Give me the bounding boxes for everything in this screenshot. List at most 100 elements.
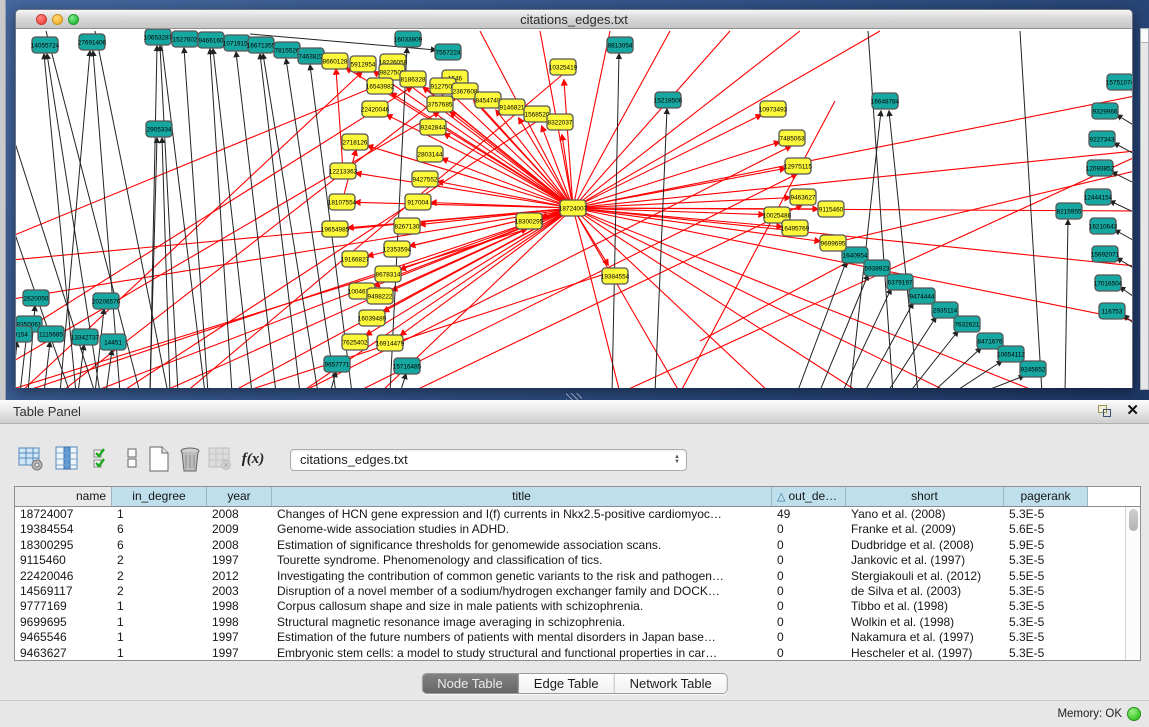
svg-text:2367608: 2367608 <box>453 88 478 95</box>
table-cell: 1997 <box>207 630 272 645</box>
table-mode-button[interactable] <box>16 444 46 474</box>
table-row[interactable]: 2242004622012Investigating the contribut… <box>15 569 1140 584</box>
node-table: namein_degreeyeartitle△out_de…shortpager… <box>14 486 1141 661</box>
scrollbar-top-box[interactable] <box>1141 29 1148 43</box>
row-height-button[interactable] <box>117 444 147 474</box>
stacked-rows-icon <box>125 446 139 472</box>
table-cell: Embryonic stem cells: a model to study s… <box>272 646 772 661</box>
svg-text:15692071: 15692071 <box>1091 251 1120 258</box>
tab-edge-table[interactable]: Edge Table <box>519 674 615 693</box>
network-graph[interactable]: 1405572427691406106532871527602946616010… <box>16 29 1132 388</box>
table-cell: 5.9E-5 <box>1004 538 1088 553</box>
svg-text:16039489: 16039489 <box>358 315 387 322</box>
table-row[interactable]: 946554611997Estimation of the future num… <box>15 630 1140 645</box>
sort-ascending-icon: △ <box>777 491 785 503</box>
column-header-in_degree[interactable]: in_degree <box>112 487 207 506</box>
table-cell: Franke et al. (2009) <box>846 522 1004 537</box>
create-column-button[interactable] <box>144 444 174 474</box>
memory-status-icon <box>1127 707 1141 721</box>
column-header-name[interactable]: name <box>15 487 112 506</box>
table-cell: 5.3E-5 <box>1004 646 1088 661</box>
table-row[interactable]: 1830029562008Estimation of significance … <box>15 538 1140 553</box>
svg-text:2718126: 2718126 <box>343 139 368 146</box>
table-row[interactable]: 1456911722003Disruption of a novel membe… <box>15 584 1140 599</box>
column-header-title[interactable]: title <box>272 487 772 506</box>
table-cell: Stergiakouli et al. (2012) <box>846 569 1004 584</box>
network-canvas[interactable]: 1405572427691406106532871527602946616010… <box>16 29 1132 388</box>
svg-text:39154: 39154 <box>16 331 28 338</box>
table-cell: 9699695 <box>15 615 112 630</box>
svg-text:7463822: 7463822 <box>299 53 324 60</box>
table-column-icon <box>55 446 79 472</box>
svg-text:13342737: 13342737 <box>71 334 100 341</box>
column-header-short[interactable]: short <box>846 487 1004 506</box>
table-cell: 2 <box>112 569 207 584</box>
panel-splitter-handle[interactable] <box>566 393 582 400</box>
svg-text:16648784: 16648784 <box>871 98 900 105</box>
table-row[interactable]: 1938455462009Genome-wide association stu… <box>15 522 1140 537</box>
svg-text:10654112: 10654112 <box>997 351 1025 358</box>
network-window-titlebar[interactable]: citations_edges.txt <box>16 10 1132 29</box>
table-select-dropdown[interactable]: citations_edges.txt ▲▼ <box>290 449 687 471</box>
table-row[interactable]: 1872400712008Changes of HCN gene express… <box>15 507 1140 522</box>
svg-text:5912954: 5912954 <box>351 61 376 68</box>
svg-text:9227343: 9227343 <box>1090 136 1115 143</box>
table-cell: Dudbridge et al. (2008) <box>846 538 1004 553</box>
svg-text:20206576: 20206576 <box>92 298 121 305</box>
table-cell: 22420046 <box>15 569 112 584</box>
table-cell: 0 <box>772 615 846 630</box>
delete-column-button[interactable] <box>175 444 205 474</box>
table-cell: 1997 <box>207 553 272 568</box>
table-cell: 14569117 <box>15 584 112 599</box>
table-row[interactable]: 946362711997Embryonic stem cells: a mode… <box>15 646 1140 661</box>
table-cell: 1998 <box>207 615 272 630</box>
table-row[interactable]: 977716911998Corpus callosum shape and si… <box>15 599 1140 614</box>
table-row[interactable]: 911546021997Tourette syndrome. Phenomeno… <box>15 553 1140 568</box>
svg-text:14451: 14451 <box>104 339 122 346</box>
svg-text:16033809: 16033809 <box>394 36 423 43</box>
table-cell: Wolkin et al. (1998) <box>846 615 1004 630</box>
svg-text:6379197: 6379197 <box>888 279 913 286</box>
function-builder-button[interactable]: f(x) <box>238 444 268 474</box>
table-cell: 18724007 <box>15 507 112 522</box>
float-panel-button[interactable] <box>1096 404 1113 419</box>
select-columns-button[interactable] <box>88 444 118 474</box>
table-cell: 18300295 <box>15 538 112 553</box>
status-bar: Memory: OK <box>0 700 1149 727</box>
tab-node-table[interactable]: Node Table <box>422 674 519 693</box>
network-window[interactable]: citations_edges.txt 14055724276914061065… <box>15 9 1133 388</box>
table-cell: Disruption of a novel member of a sodium… <box>272 584 772 599</box>
svg-text:16671355: 16671355 <box>247 42 276 49</box>
table-cell: de Silva et al. (2003) <box>846 584 1004 599</box>
table-cell: 0 <box>772 553 846 568</box>
svg-text:12213363: 12213363 <box>329 168 358 175</box>
desktop-scrollbar[interactable] <box>1140 28 1149 390</box>
svg-text:7625402: 7625402 <box>343 339 368 346</box>
close-panel-button[interactable]: ✕ <box>1126 402 1139 420</box>
table-vertical-scrollbar[interactable] <box>1125 507 1140 660</box>
table-body: 1872400712008Changes of HCN gene express… <box>15 507 1140 661</box>
tab-network-table[interactable]: Network Table <box>615 674 727 693</box>
svg-text:12353594: 12353594 <box>383 246 412 253</box>
column-header-out_de[interactable]: △out_de… <box>772 487 846 506</box>
column-header-year[interactable]: year <box>207 487 272 506</box>
table-cell: Structural magnetic resonance image aver… <box>272 615 772 630</box>
svg-text:8678314: 8678314 <box>376 271 401 278</box>
table-cell: 1 <box>112 599 207 614</box>
table-cell: 6 <box>112 522 207 537</box>
scrollbar-thumb[interactable] <box>1129 509 1138 531</box>
svg-text:9115460: 9115460 <box>819 206 844 213</box>
svg-text:7632621: 7632621 <box>955 321 980 328</box>
svg-text:14055724: 14055724 <box>31 42 60 49</box>
table-cell: 0 <box>772 584 846 599</box>
svg-text:15751074: 15751074 <box>1106 79 1132 86</box>
svg-text:2905334: 2905334 <box>147 126 172 133</box>
column-header-pagerank[interactable]: pagerank <box>1004 487 1088 506</box>
svg-text:12975115: 12975115 <box>784 163 812 170</box>
svg-text:9466160: 9466160 <box>199 37 224 44</box>
svg-text:19654985: 19654985 <box>321 226 350 233</box>
svg-text:10325419: 10325419 <box>549 64 578 71</box>
svg-text:1115685: 1115685 <box>39 331 63 338</box>
table-row[interactable]: 969969511998Structural magnetic resonanc… <box>15 615 1140 630</box>
show-column-button[interactable] <box>52 444 82 474</box>
